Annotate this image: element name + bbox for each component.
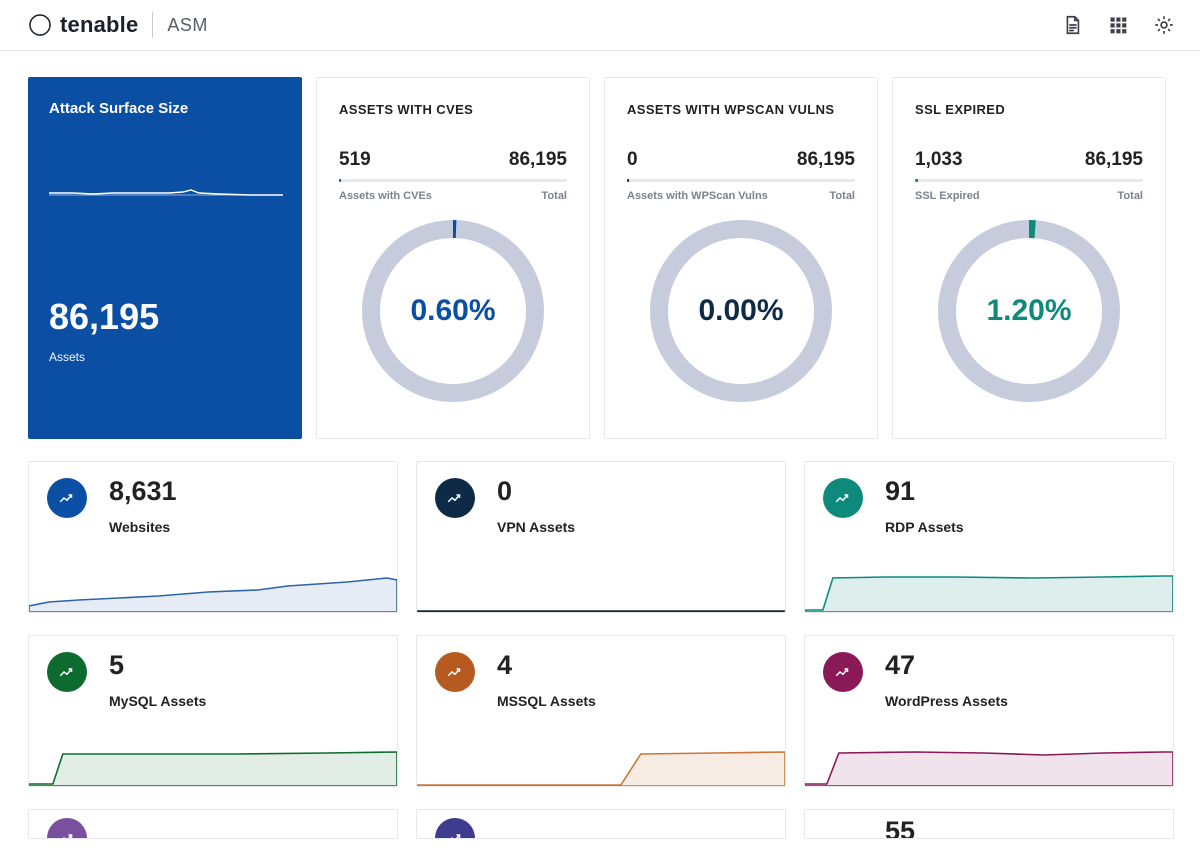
metric-sparkline — [29, 740, 397, 786]
metric-value: 47 — [885, 652, 1008, 679]
gauge-title: ASSETS WITH CVES — [339, 102, 567, 117]
metric-label: WordPress Assets — [885, 693, 1008, 709]
card-peek-3[interactable]: 55 — [804, 809, 1174, 839]
gauge-total: 86,195 — [797, 149, 855, 171]
brand-logo[interactable]: tenable — [28, 12, 138, 38]
gauge-sub-left: Assets with CVEs — [339, 190, 432, 202]
gauge-sub-left: SSL Expired — [915, 190, 980, 202]
metric-row-3-peek: 55 — [28, 809, 1172, 839]
donut-chart: 0.00% — [648, 218, 834, 404]
metric-row-2: 5 MySQL Assets 4 MSSQL Assets — [28, 635, 1172, 787]
gauge-title: ASSETS WITH WPSCAN VULNS — [627, 102, 855, 117]
metric-label: RDP Assets — [885, 519, 964, 535]
gauge-sub-left: Assets with WPScan Vulns — [627, 190, 768, 202]
metric-value: 91 — [885, 478, 964, 505]
metric-sparkline — [805, 566, 1173, 612]
progress-bar — [915, 179, 1143, 182]
metric-value: 55 — [885, 818, 915, 839]
metric-value: 5 — [109, 652, 206, 679]
chart-line-icon — [435, 652, 475, 692]
chart-line-icon — [823, 652, 863, 692]
metric-row-1: 8,631 Websites 0 VPN Assets 91 — [28, 461, 1172, 613]
progress-bar — [339, 179, 567, 182]
topbar-actions — [1060, 13, 1176, 37]
card-websites[interactable]: 8,631 Websites — [28, 461, 398, 613]
metric-value: 4 — [497, 652, 596, 679]
gauge-value: 0 — [627, 149, 638, 171]
card-mssql-assets[interactable]: 4 MSSQL Assets — [416, 635, 786, 787]
gauge-total: 86,195 — [1085, 149, 1143, 171]
metric-sparkline — [805, 740, 1173, 786]
chart-line-icon — [47, 478, 87, 518]
chart-line-icon — [823, 478, 863, 518]
metric-label: MSSQL Assets — [497, 693, 596, 709]
chart-line-icon — [435, 818, 475, 839]
brand-wordmark: tenable — [60, 12, 138, 38]
donut-percent: 0.00% — [648, 218, 834, 404]
gauge-value: 519 — [339, 149, 371, 171]
card-vpn-assets[interactable]: 0 VPN Assets — [416, 461, 786, 613]
vertical-divider — [152, 12, 153, 38]
card-wordpress-assets[interactable]: 47 WordPress Assets — [804, 635, 1174, 787]
settings-gear-icon[interactable] — [1152, 13, 1176, 37]
gauge-total: 86,195 — [509, 149, 567, 171]
gauge-sub-right: Total — [830, 190, 855, 202]
gauge-sub-right: Total — [542, 190, 567, 202]
metric-value: 8,631 — [109, 478, 177, 505]
report-icon[interactable] — [1060, 13, 1084, 37]
progress-bar — [627, 179, 855, 182]
metric-label: MySQL Assets — [109, 693, 206, 709]
asset-count-label: Assets — [49, 350, 281, 364]
gauge-title: SSL EXPIRED — [915, 102, 1143, 117]
donut-percent: 1.20% — [936, 218, 1122, 404]
metric-value: 0 — [497, 478, 575, 505]
app-name: ASM — [167, 15, 208, 36]
metric-label: VPN Assets — [497, 519, 575, 535]
card-title: Attack Surface Size — [49, 100, 281, 117]
card-assets-with-cves[interactable]: ASSETS WITH CVES 519 86,195 Assets with … — [316, 77, 590, 439]
metric-sparkline — [29, 566, 397, 612]
apps-grid-icon[interactable] — [1106, 13, 1130, 37]
metric-label: Websites — [109, 519, 177, 535]
card-peek-2[interactable] — [416, 809, 786, 839]
donut-chart: 1.20% — [936, 218, 1122, 404]
chart-line-icon — [435, 478, 475, 518]
card-attack-surface-size[interactable]: Attack Surface Size 86,195 Assets — [28, 77, 302, 439]
donut-chart: 0.60% — [360, 218, 546, 404]
dashboard: Attack Surface Size 86,195 Assets ASSETS… — [0, 51, 1200, 839]
chart-line-icon — [47, 652, 87, 692]
card-assets-with-wpscan-vulns[interactable]: ASSETS WITH WPSCAN VULNS 0 86,195 Assets… — [604, 77, 878, 439]
gauge-sub-right: Total — [1118, 190, 1143, 202]
card-peek-1[interactable] — [28, 809, 398, 839]
metric-sparkline — [417, 740, 785, 786]
gauge-value: 1,033 — [915, 149, 963, 171]
chart-line-icon — [47, 818, 87, 839]
metric-sparkline — [417, 566, 785, 612]
tenable-mark-icon — [28, 13, 52, 37]
kpi-row: Attack Surface Size 86,195 Assets ASSETS… — [28, 77, 1172, 439]
card-ssl-expired[interactable]: SSL EXPIRED 1,033 86,195 SSL Expired Tot… — [892, 77, 1166, 439]
topbar: tenable ASM — [0, 0, 1200, 51]
attack-surface-sparkline — [49, 173, 281, 218]
donut-percent: 0.60% — [360, 218, 546, 404]
asset-count: 86,195 — [49, 296, 281, 338]
card-mysql-assets[interactable]: 5 MySQL Assets — [28, 635, 398, 787]
card-rdp-assets[interactable]: 91 RDP Assets — [804, 461, 1174, 613]
